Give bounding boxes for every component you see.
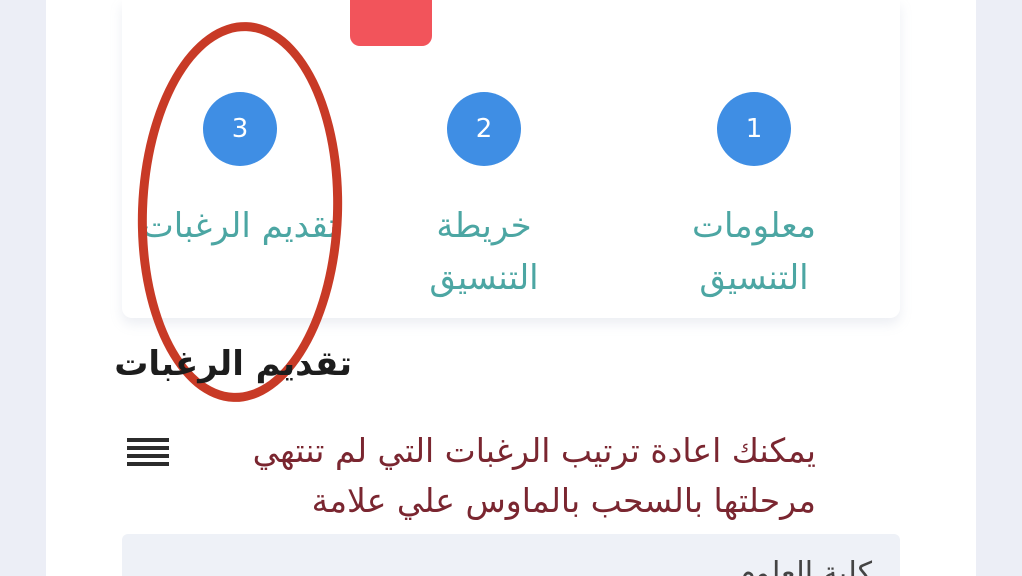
list-item[interactable]: كلية العلوم — [737, 556, 872, 576]
drag-lines-icon — [127, 438, 169, 468]
step-3-circle[interactable]: 3 — [203, 92, 277, 166]
notification-badge[interactable] — [350, 0, 432, 46]
step-1-label[interactable]: معلومات التنسيق — [654, 200, 854, 304]
step-3[interactable]: 3 تقديم الرغبات — [140, 92, 340, 252]
step-2-label[interactable]: خريطة التنسيق — [384, 200, 584, 304]
step-1-circle[interactable]: 1 — [717, 92, 791, 166]
reorder-instruction: يمكنك اعادة ترتيب الرغبات التي لم تنتهي … — [252, 431, 816, 520]
step-3-label[interactable]: تقديم الرغبات — [140, 200, 340, 252]
section-title: تقديم الرغبات — [114, 344, 352, 384]
step-2-circle[interactable]: 2 — [447, 92, 521, 166]
step-1[interactable]: 1 معلومات التنسيق — [654, 92, 854, 304]
stepper-card: 3 تقديم الرغبات 2 خريطة التنسيق 1 معلوما… — [122, 0, 900, 318]
step-2[interactable]: 2 خريطة التنسيق — [384, 92, 584, 304]
